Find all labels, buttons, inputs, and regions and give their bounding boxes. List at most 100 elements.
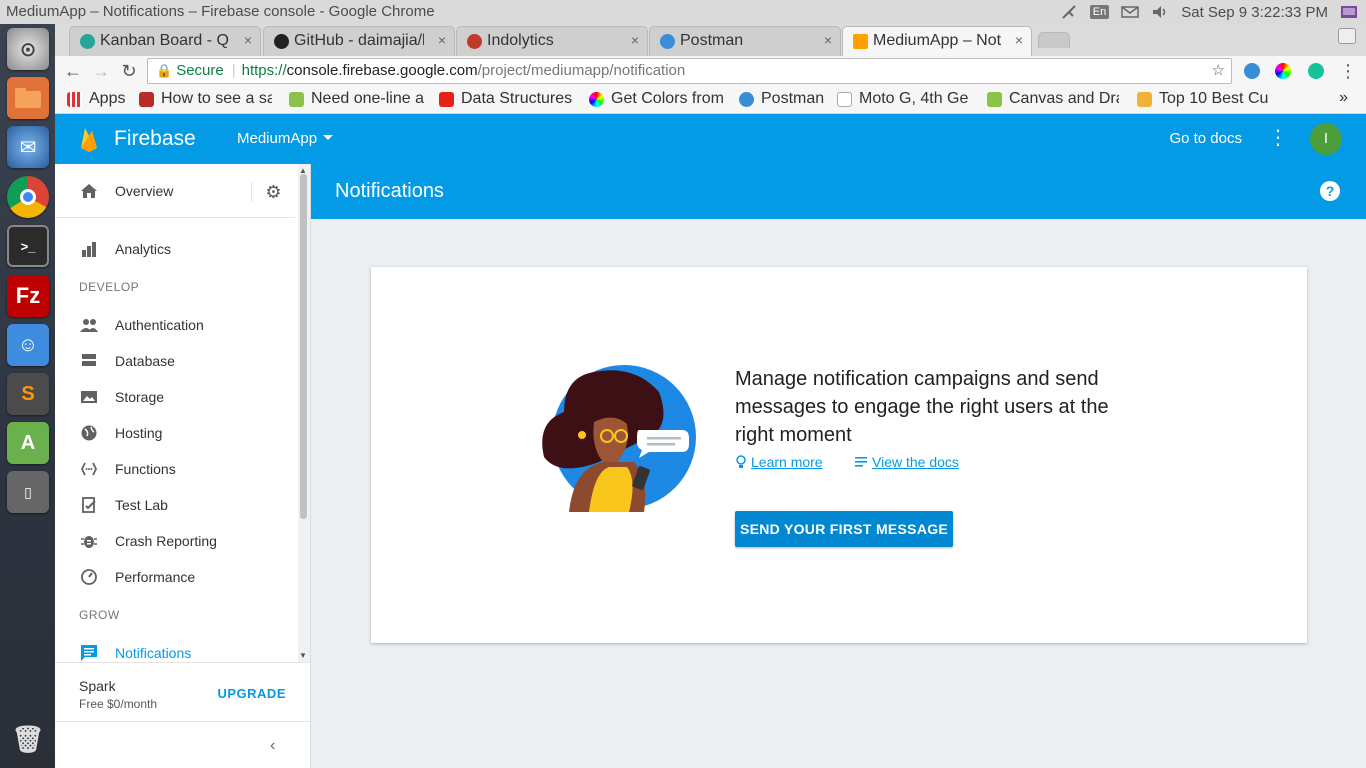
bar-chart-icon <box>82 242 96 257</box>
sidebar-item-authentication[interactable]: Authentication <box>55 307 295 343</box>
filezilla-app-icon[interactable]: Fz <box>7 275 49 317</box>
address-bar[interactable]: 🔒 Secure | https://console.firebase.google.… <box>147 58 1232 84</box>
reload-icon[interactable]: ↻ <box>118 60 140 82</box>
sidebar: Overview ⚙ Analytics DEVELOP Authenticat… <box>55 164 311 768</box>
tab-github[interactable]: GitHub - daimajia/l × <box>263 26 455 56</box>
trash-icon[interactable]: 🗑 <box>7 718 49 760</box>
sublime-app-icon[interactable]: S <box>7 373 49 415</box>
thunderbird-app-icon[interactable]: ✉ <box>7 126 49 168</box>
go-to-docs-link[interactable]: Go to docs <box>1169 130 1242 147</box>
session-icon[interactable] <box>1340 5 1358 19</box>
upgrade-button[interactable]: UPGRADE <box>217 686 286 701</box>
files-app-icon[interactable] <box>7 77 49 119</box>
speedometer-icon <box>81 569 97 585</box>
firebase-logo-icon[interactable] <box>79 126 99 152</box>
bookmark-how-to-see[interactable]: How to see a sa <box>139 90 272 108</box>
close-tab-icon[interactable]: × <box>438 32 446 48</box>
sidebar-item-hosting[interactable]: Hosting <box>55 415 295 451</box>
collapse-sidebar-icon[interactable]: ‹ <box>270 737 275 755</box>
new-tab-button[interactable] <box>1038 32 1070 48</box>
tab-indolytics[interactable]: Indolytics × <box>456 26 648 56</box>
back-arrow-icon[interactable]: ← <box>62 60 84 82</box>
gear-icon[interactable]: ⚙ <box>251 182 295 202</box>
network-icon[interactable] <box>1060 5 1078 19</box>
volume-icon[interactable] <box>1151 5 1169 19</box>
firebase-favicon-icon <box>853 34 868 49</box>
lightbulb-icon <box>736 455 746 468</box>
bookmark-top-10[interactable]: Top 10 Best Cu <box>1137 90 1273 108</box>
learn-more-text[interactable]: Learn more <box>751 454 823 470</box>
color-wheel-favicon-icon <box>589 92 604 107</box>
device-app-icon[interactable]: ▯ <box>7 471 49 513</box>
dash-home-icon[interactable]: ⊙ <box>7 28 49 70</box>
bookmark-moto-g[interactable]: Moto G, 4th Ge <box>837 90 971 108</box>
bookmark-postman[interactable]: Postman <box>739 90 839 108</box>
bookmarks-overflow-button[interactable]: » <box>1339 89 1348 107</box>
messaging-app-icon[interactable]: ☺ <box>7 324 49 366</box>
test-lab-icon <box>82 497 96 513</box>
docs-lines-icon <box>855 457 867 467</box>
view-docs-text[interactable]: View the docs <box>872 454 959 470</box>
bookmark-get-colors[interactable]: Get Colors from <box>589 90 725 108</box>
people-icon <box>80 319 98 332</box>
chrome-menu-icon[interactable]: ⋮ <box>1337 60 1359 82</box>
bookmark-canvas[interactable]: Canvas and Dra <box>987 90 1119 108</box>
sidebar-overview-row: Overview ⚙ <box>55 164 295 218</box>
learn-more-link[interactable]: Learn more <box>735 454 823 470</box>
scroll-up-arrow-icon[interactable]: ▲ <box>299 166 307 175</box>
sidebar-scrollbar-thumb[interactable] <box>300 174 307 519</box>
quora-favicon-icon <box>139 92 154 107</box>
grammarly-extension-icon[interactable] <box>1308 63 1324 79</box>
image-icon <box>81 391 97 403</box>
bookmark-star-icon[interactable]: ☆ <box>1212 59 1225 83</box>
scroll-down-arrow-icon[interactable]: ▼ <box>299 651 307 660</box>
close-tab-icon[interactable]: × <box>824 32 832 48</box>
sidebar-item-storage[interactable]: Storage <box>55 379 295 415</box>
color-extension-icon[interactable] <box>1275 63 1291 79</box>
send-first-message-button[interactable]: SEND YOUR FIRST MESSAGE <box>735 511 953 547</box>
mail-icon[interactable] <box>1121 5 1139 19</box>
sidebar-item-test-lab[interactable]: Test Lab <box>55 487 295 523</box>
bookmark-data-structures[interactable]: Data Structures <box>439 90 573 108</box>
close-tab-icon[interactable]: × <box>1015 32 1023 48</box>
github-favicon-icon <box>274 34 289 49</box>
more-vert-icon[interactable]: ⋮ <box>1268 128 1288 148</box>
tab-mediumapp[interactable]: MediumApp – Not × <box>842 26 1032 56</box>
tab-postman[interactable]: Postman × <box>649 26 841 56</box>
lock-icon: 🔒 <box>156 63 173 78</box>
postman-favicon-icon <box>739 92 754 107</box>
firebase-header: Firebase MediumApp Go to docs ⋮ I <box>55 114 1366 164</box>
chevron-down-icon[interactable] <box>323 135 333 140</box>
forward-arrow-icon[interactable]: → <box>90 60 112 82</box>
view-docs-link[interactable]: View the docs <box>855 454 959 470</box>
bookmark-apps[interactable]: Apps <box>67 90 147 108</box>
sidebar-item-database[interactable]: Database <box>55 343 295 379</box>
account-avatar[interactable]: I <box>1310 123 1342 155</box>
bug-icon <box>81 536 97 548</box>
home-icon <box>81 184 97 198</box>
android-studio-app-icon[interactable]: A <box>7 422 49 464</box>
amazon-favicon-icon <box>837 92 852 107</box>
postman-extension-icon[interactable] <box>1244 63 1260 79</box>
project-selector[interactable]: MediumApp <box>237 130 317 147</box>
bookmark-need-one-line[interactable]: Need one-line a <box>289 90 425 108</box>
app-launcher: ⊙ ✉ >_ Fz ☺ S A ▯ 🗑 <box>0 24 55 768</box>
system-clock[interactable]: Sat Sep 9 3:22:33 PM <box>1181 4 1328 21</box>
profile-icon[interactable] <box>1338 28 1356 44</box>
chrome-app-icon[interactable] <box>7 176 49 218</box>
keyboard-layout-indicator[interactable]: En <box>1089 5 1110 19</box>
android-favicon-icon <box>289 92 304 107</box>
sidebar-item-performance[interactable]: Performance <box>55 559 295 595</box>
tab-kanban-board[interactable]: Kanban Board - Qu × <box>69 26 261 56</box>
url-path: /project/mediumapp/notification <box>477 62 686 79</box>
database-icon <box>82 354 96 366</box>
terminal-app-icon[interactable]: >_ <box>7 225 49 267</box>
sidebar-item-overview[interactable]: Overview <box>55 173 251 209</box>
sidebar-item-analytics[interactable]: Analytics <box>55 231 295 267</box>
close-tab-icon[interactable]: × <box>244 32 252 48</box>
sidebar-item-crash-reporting[interactable]: Crash Reporting <box>55 523 295 559</box>
sidebar-item-functions[interactable]: Functions <box>55 451 295 487</box>
help-icon[interactable]: ? <box>1320 181 1340 201</box>
close-tab-icon[interactable]: × <box>631 32 639 48</box>
firebase-brand[interactable]: Firebase <box>114 127 196 151</box>
